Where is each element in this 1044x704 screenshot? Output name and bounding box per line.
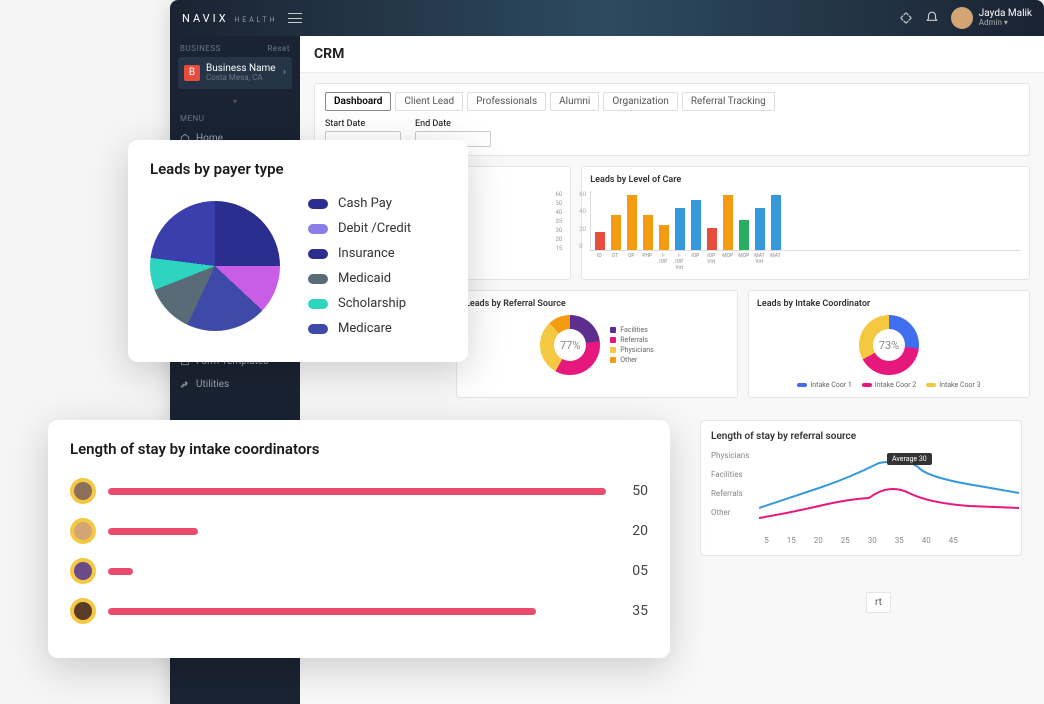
coordinator-avatar <box>70 478 96 504</box>
wrench-icon <box>180 379 190 389</box>
los-row: 50 <box>70 478 648 504</box>
donut-intake: 73% <box>859 315 919 375</box>
reset-link[interactable]: Reset <box>267 44 290 53</box>
chart-tooltip: Average 30 <box>887 453 932 465</box>
coordinator-avatar <box>70 518 96 544</box>
expand-icon[interactable] <box>899 11 913 25</box>
coordinator-avatar <box>70 558 96 584</box>
pie-chart-payer <box>150 201 280 331</box>
tab-dashboard[interactable]: Dashboard <box>325 92 391 111</box>
business-selector[interactable]: B Business Name Costa Mesa, CA › <box>178 57 292 89</box>
bell-icon[interactable] <box>925 11 939 25</box>
los-row: 20 <box>70 518 648 544</box>
tab-alumni[interactable]: Alumni <box>550 92 599 111</box>
bar-chart-loc: 6040200 <box>590 191 1021 251</box>
tab-referral-tracking[interactable]: Referral Tracking <box>682 92 775 111</box>
logo: NAVIX HEALTH <box>182 12 278 25</box>
sidebar-section-business: BUSINESS Reset <box>170 36 300 57</box>
widget-referral-source: Leads by Referral Source 77% Facilities … <box>456 290 738 398</box>
end-date-label: End Date <box>415 119 491 129</box>
widget-level-of-care: Leads by Level of Care 6040200 <box>581 166 1030 280</box>
los-row: 35 <box>70 598 648 624</box>
payer-legend: Cash Pay Debit /Credit Insurance Medicai… <box>308 196 411 336</box>
user-menu[interactable]: Jayda Malik Admin ▾ <box>951 7 1032 29</box>
avatar <box>951 7 973 29</box>
tab-client-lead[interactable]: Client Lead <box>395 92 463 111</box>
tab-row: Dashboard Client Lead Professionals Alum… <box>315 84 1029 115</box>
report-stub[interactable]: rt <box>866 592 891 613</box>
sidebar-section-menu: MENU <box>170 106 300 127</box>
topbar: NAVIX HEALTH Jayda Malik Admin ▾ <box>170 0 1044 36</box>
tab-professionals[interactable]: Professionals <box>467 92 546 111</box>
card-los-referral: Length of stay by referral source Physic… <box>700 420 1022 556</box>
coordinator-avatar <box>70 598 96 624</box>
donut-referral: 77% <box>540 315 600 375</box>
los-title: Length of stay by intake coordinators <box>70 440 648 458</box>
card-payer-type: Leads by payer type Cash Pay Debit /Cred… <box>128 140 468 362</box>
payer-title: Leads by payer type <box>150 160 446 178</box>
tab-organization[interactable]: Organization <box>603 92 678 111</box>
card-los-intake: Length of stay by intake coordinators 50… <box>48 420 670 658</box>
business-icon: B <box>184 65 200 81</box>
sidebar-item-utilities[interactable]: Utilities <box>170 373 300 396</box>
widget-intake-coordinator: Leads by Intake Coordinator 73% Intake C… <box>748 290 1030 398</box>
start-date-label: Start Date <box>325 119 401 129</box>
chevron-right-icon: › <box>283 67 286 78</box>
hamburger-icon[interactable] <box>288 13 302 23</box>
los-row: 05 <box>70 558 648 584</box>
page-title: CRM <box>300 36 1044 73</box>
user-role: Admin ▾ <box>979 19 1032 28</box>
